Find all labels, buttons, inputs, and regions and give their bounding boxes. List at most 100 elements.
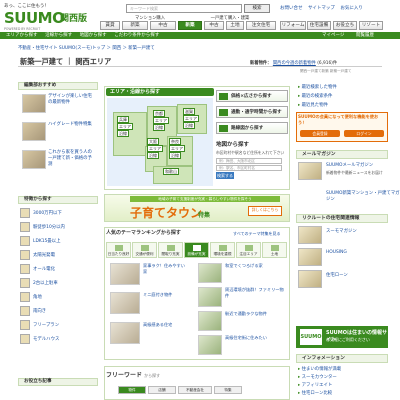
theme-item[interactable]: 高級感ある住宅 bbox=[110, 322, 190, 346]
pref-wakayama[interactable]: 和歌山 bbox=[163, 168, 179, 175]
recommend-link[interactable]: ハイグレード物件特集 bbox=[48, 122, 94, 128]
theme-image[interactable] bbox=[198, 287, 222, 307]
feature-item[interactable]: モデルハウス bbox=[20, 334, 90, 346]
feature-link[interactable]: オール電化 bbox=[33, 266, 55, 272]
pref-kyoto[interactable]: 京都 bbox=[153, 110, 165, 117]
recruit-thumb[interactable] bbox=[298, 226, 322, 244]
map-address-input[interactable]: 例：梅田、大阪市北区 bbox=[216, 158, 282, 164]
nav-custom-home[interactable]: 注文住宅 bbox=[246, 21, 276, 30]
theme-item[interactable]: 高級住宅街に住みたい bbox=[198, 335, 286, 359]
recent-conditions-link[interactable]: ▸ 最近の検索条件 bbox=[298, 93, 332, 99]
theme-link[interactable]: 家事ラク！住みやすい家 bbox=[143, 263, 189, 275]
sitemap-link[interactable]: サイトマップ bbox=[308, 6, 335, 11]
all-themes-link[interactable]: すべてのテーマ特集を見る bbox=[233, 231, 281, 237]
theme-item[interactable]: 家事ラク！住みやすい家 bbox=[110, 263, 190, 287]
favorites-link[interactable]: お気に入り bbox=[340, 6, 363, 11]
theme-image[interactable] bbox=[110, 322, 140, 344]
theme-image[interactable] bbox=[198, 263, 222, 283]
pref-hyogo-area[interactable]: エリア bbox=[117, 123, 133, 130]
nav-equipment[interactable]: 住宅設備 bbox=[307, 21, 331, 30]
recommend-image[interactable] bbox=[22, 150, 46, 169]
nav-house-new[interactable]: 新築 bbox=[178, 21, 202, 30]
theme-image[interactable] bbox=[198, 335, 222, 355]
login-button[interactable]: ログイン bbox=[344, 130, 384, 137]
tab-land[interactable]: 土地 bbox=[262, 242, 287, 258]
theme-link[interactable]: 高級感ある住宅 bbox=[143, 322, 189, 328]
recommend-link[interactable]: これから家を買う人の一戸建て新・価格の予測 bbox=[48, 150, 94, 168]
freeword-tab-company[interactable]: 不動産会社 bbox=[178, 386, 212, 394]
pref-shiga-line[interactable]: 沿線 bbox=[183, 122, 195, 129]
theme-link[interactable]: 周辺環境が抜群！ファミリー物件 bbox=[225, 287, 285, 299]
subnav-history[interactable]: 閲覧履歴 bbox=[356, 32, 374, 39]
recommend-image[interactable] bbox=[22, 122, 46, 141]
feature-item[interactable]: オール電化 bbox=[20, 264, 90, 276]
freeword-tab-property[interactable]: 物件 bbox=[118, 386, 146, 394]
info-link[interactable]: ▸ スーモカウンター bbox=[298, 374, 337, 380]
pref-nara[interactable]: 奈良 bbox=[169, 138, 181, 145]
mail-link-2[interactable]: SUUMO新築マンション・戸建てマガジン bbox=[326, 190, 400, 202]
feature-link[interactable]: 2台以上駐車 bbox=[33, 280, 58, 286]
theme-link[interactable]: ミニ庭付き物件 bbox=[143, 292, 189, 298]
search-input[interactable]: キーワード検索 bbox=[126, 4, 242, 13]
contact-link[interactable]: お問い合せ bbox=[280, 6, 303, 11]
theme-image[interactable] bbox=[110, 263, 140, 285]
feature-link[interactable]: 角地 bbox=[33, 294, 42, 300]
new-listings-link[interactable]: 関西の今週の新着物件 bbox=[273, 61, 316, 66]
nav-rent[interactable]: 賃貸 bbox=[100, 21, 120, 30]
feature-item[interactable]: 南向き bbox=[20, 306, 90, 318]
pref-osaka-line[interactable]: 沿線 bbox=[147, 152, 159, 159]
feature-link[interactable]: LDK15畳以上 bbox=[33, 238, 60, 244]
banner-detail-button[interactable]: 詳しくはこちら bbox=[248, 206, 282, 216]
suumo-info-banner[interactable]: SUUMO SUUMOは住まいの情報サイト お気軽にご利用ください bbox=[296, 326, 388, 348]
feature-item[interactable]: 2台以上駐車 bbox=[20, 278, 90, 290]
tab-sunny[interactable]: 日当たり良好 bbox=[106, 242, 131, 258]
theme-item[interactable]: ミニ庭付き物件 bbox=[110, 292, 190, 316]
freeword-tab-shop[interactable]: 店舗 bbox=[148, 386, 176, 394]
suumo-logo[interactable]: SUUMO bbox=[4, 9, 65, 27]
tab-equipment[interactable]: 設備が充実 bbox=[184, 242, 209, 258]
theme-image[interactable] bbox=[198, 311, 222, 331]
info-link[interactable]: ▸ アフィリエイト bbox=[298, 382, 332, 388]
pref-osaka-area[interactable]: エリア bbox=[147, 145, 163, 152]
feature-item[interactable]: 駅徒歩10分以内 bbox=[20, 222, 90, 234]
pref-hyogo-line[interactable]: 沿線 bbox=[117, 130, 129, 137]
banner-title[interactable]: 子育てタウン bbox=[130, 204, 202, 221]
subnav-map[interactable]: 地図から探す bbox=[80, 33, 107, 38]
theme-link[interactable]: 高級住宅街に住みたい bbox=[225, 335, 285, 341]
feature-link[interactable]: フリープラン bbox=[33, 322, 59, 328]
feature-link[interactable]: 南向き bbox=[33, 308, 46, 314]
nav-useful[interactable]: お役立ち bbox=[333, 21, 357, 30]
feature-item[interactable]: 太陽光発電 bbox=[20, 250, 90, 262]
mail-thumb[interactable] bbox=[298, 162, 322, 180]
theme-item[interactable]: 駅近で通勤ラクな物件 bbox=[198, 311, 286, 335]
breadcrumb[interactable]: 不動産・住宅サイト SUUMO(スーモ)トップ ＞ 関西 ＞ 新築一戸建て bbox=[18, 45, 155, 51]
recommend-item[interactable]: これから家を買う人の一戸建て新・価格の予測 bbox=[22, 150, 92, 172]
pref-nara-line[interactable]: 沿線 bbox=[169, 152, 181, 159]
nav-house-used[interactable]: 中古 bbox=[204, 21, 224, 30]
price-area-search[interactable]: 価格×広さから探す bbox=[216, 90, 288, 102]
pref-kyoto-line[interactable]: 沿線 bbox=[153, 124, 165, 131]
subnav-area[interactable]: エリアから探す bbox=[6, 33, 38, 38]
pref-kyoto-area[interactable]: エリア bbox=[153, 117, 169, 124]
theme-image[interactable] bbox=[110, 292, 140, 314]
feature-item[interactable]: フリープラン bbox=[20, 320, 90, 332]
route-map-search[interactable]: 路線図から探す bbox=[216, 122, 288, 134]
pref-nara-area[interactable]: エリア bbox=[169, 145, 185, 152]
recent-search-link[interactable]: ▸ 最近検索した物件 bbox=[298, 84, 337, 90]
nav-land[interactable]: 土地 bbox=[226, 21, 244, 30]
theme-item[interactable]: 周辺環境が抜群！ファミリー物件 bbox=[198, 287, 286, 311]
feature-link[interactable]: モデルハウス bbox=[33, 336, 59, 342]
info-link[interactable]: ▸ 住宅ローン比較 bbox=[298, 390, 332, 396]
tab-transport[interactable]: 交通が便利 bbox=[132, 242, 157, 258]
mail-link[interactable]: SUUMOメールマガジン bbox=[326, 162, 373, 168]
pref-shiga[interactable]: 滋賀 bbox=[183, 108, 195, 115]
recruit-thumb[interactable] bbox=[298, 248, 322, 266]
map-search-button[interactable]: 検索する bbox=[216, 172, 234, 179]
nav-mansion-new[interactable]: 新築 bbox=[122, 21, 148, 30]
recruit-thumb[interactable] bbox=[298, 270, 322, 288]
subnav-mypage[interactable]: マイページ bbox=[322, 32, 344, 39]
feature-item[interactable]: 3000万円以下 bbox=[20, 208, 90, 220]
tab-area[interactable]: 注目エリア bbox=[236, 242, 261, 258]
nav-reform[interactable]: リフォーム bbox=[280, 21, 306, 30]
recruit-link[interactable]: 住宅ローン bbox=[326, 272, 348, 278]
